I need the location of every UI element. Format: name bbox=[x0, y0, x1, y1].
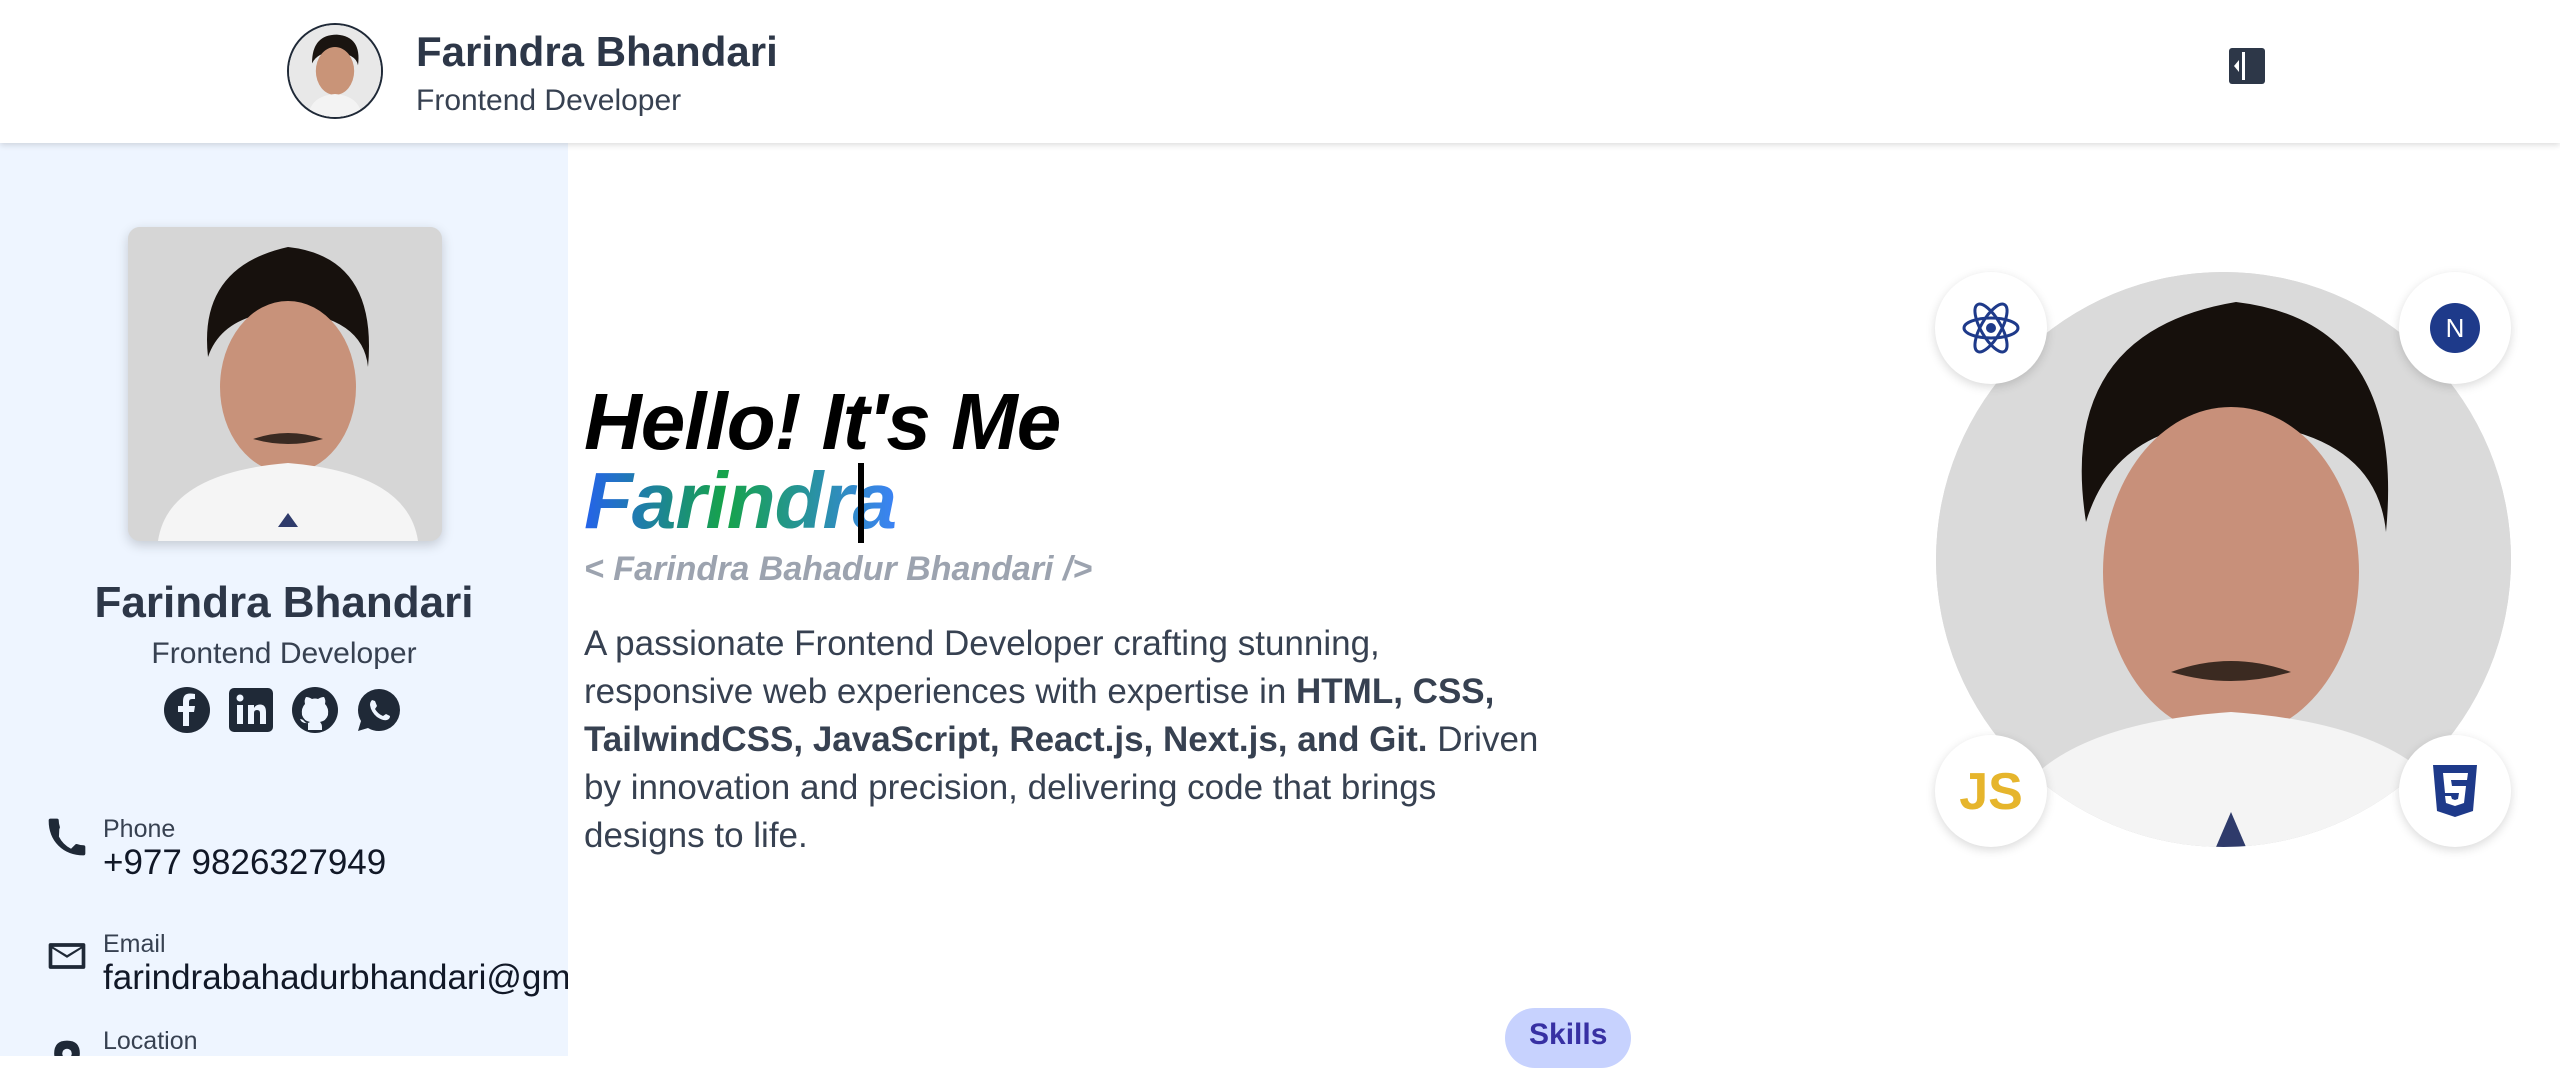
contact-location-label: Location bbox=[103, 1027, 198, 1055]
github-link[interactable] bbox=[291, 686, 339, 734]
react-icon bbox=[1962, 302, 2020, 354]
javascript-icon: JS bbox=[1960, 765, 2022, 817]
linkedin-link[interactable] bbox=[227, 686, 275, 734]
css3-badge bbox=[2399, 735, 2511, 847]
header-role: Frontend Developer bbox=[416, 84, 682, 117]
whatsapp-icon bbox=[358, 689, 400, 731]
phone-icon bbox=[48, 818, 86, 856]
nextjs-icon: N bbox=[2430, 303, 2480, 353]
bio-text-start: A passionate Frontend Developer crafting… bbox=[584, 624, 1380, 711]
nextjs-glyph: N bbox=[2446, 313, 2465, 343]
skills-section-button[interactable]: Skills bbox=[1505, 1008, 1632, 1068]
css3-icon bbox=[2433, 765, 2477, 817]
hero-code-tag: < Farindra Bahadur Bhandari /> bbox=[584, 550, 1093, 588]
linkedin-icon bbox=[229, 688, 273, 732]
social-links bbox=[163, 686, 403, 734]
sidebar-toggle-icon bbox=[2229, 48, 2265, 84]
header-avatar[interactable] bbox=[287, 23, 383, 119]
mail-icon bbox=[48, 943, 86, 969]
avatar-portrait-image bbox=[289, 25, 381, 117]
header-name: Farindra Bhandari bbox=[416, 28, 778, 75]
contact-phone-value[interactable]: +977 9826327949 bbox=[103, 843, 386, 883]
facebook-icon bbox=[164, 687, 210, 733]
top-header: Farindra Bhandari Frontend Developer bbox=[0, 0, 2560, 143]
typing-caret bbox=[858, 463, 864, 543]
javascript-badge: JS bbox=[1935, 735, 2047, 847]
location-icon bbox=[54, 1040, 80, 1056]
whatsapp-link[interactable] bbox=[355, 686, 403, 734]
hero-bio: A passionate Frontend Developer crafting… bbox=[584, 620, 1544, 860]
profile-sidebar: Farindra Bhandari Frontend Developer Pho… bbox=[0, 143, 568, 1056]
facebook-link[interactable] bbox=[163, 686, 211, 734]
contact-email-value[interactable]: farindrabahadurbhandari@gmail.com bbox=[103, 958, 568, 998]
profile-portrait-image bbox=[128, 227, 442, 541]
sidebar-role: Frontend Developer bbox=[151, 637, 417, 670]
javascript-glyph: JS bbox=[1960, 765, 2022, 817]
profile-photo bbox=[128, 227, 442, 541]
github-icon bbox=[292, 687, 338, 733]
contact-phone-label: Phone bbox=[103, 815, 176, 843]
hero-typed-name: Farindra bbox=[584, 456, 897, 545]
sidebar-name: Farindra Bhandari bbox=[94, 578, 474, 627]
contact-email-label: Email bbox=[103, 930, 166, 958]
react-badge bbox=[1935, 272, 2047, 384]
nextjs-badge: N bbox=[2399, 272, 2511, 384]
sidebar-toggle-button[interactable] bbox=[2228, 47, 2266, 85]
